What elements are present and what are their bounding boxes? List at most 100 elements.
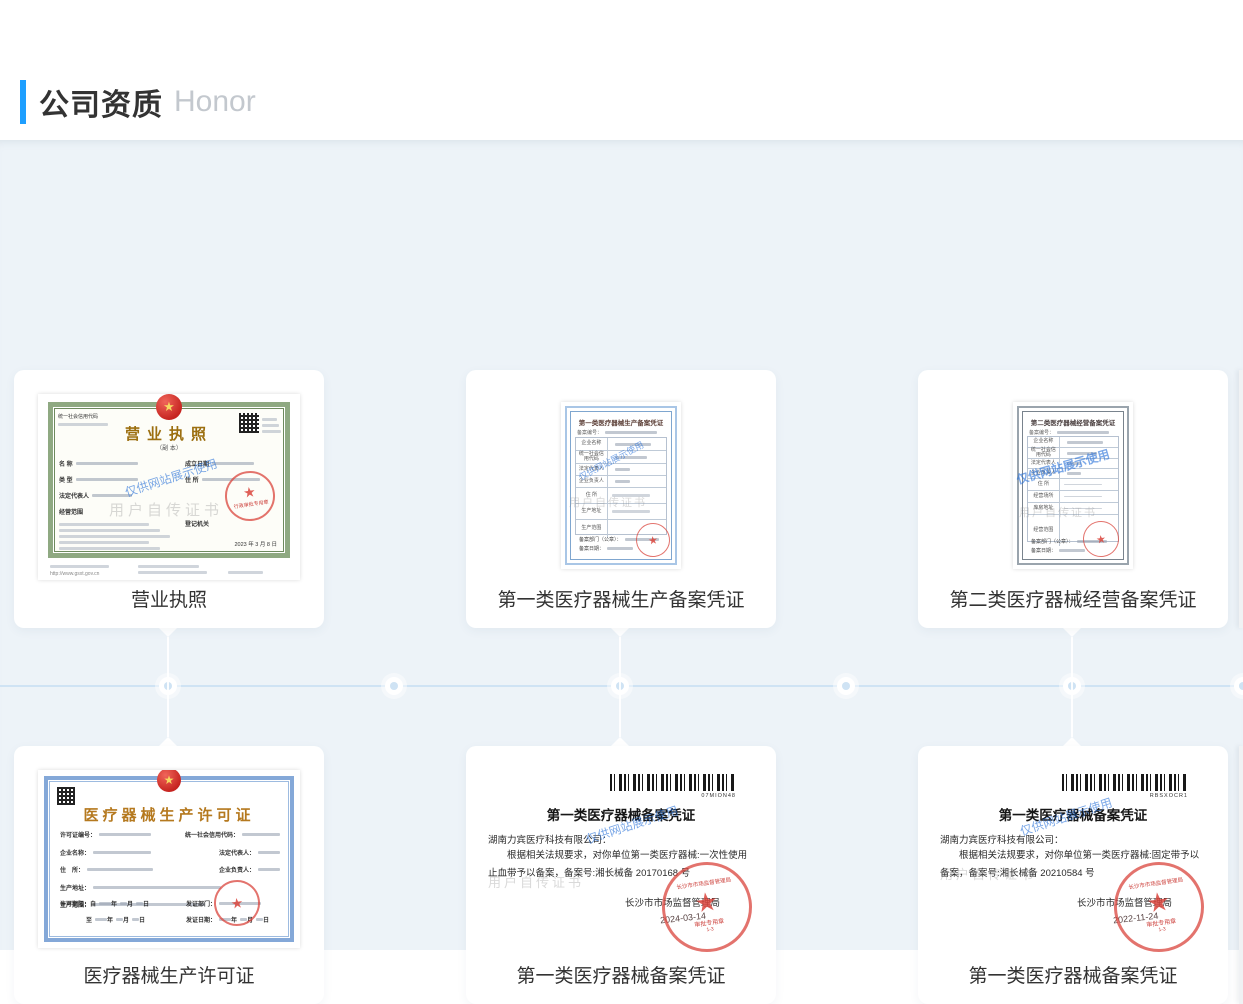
text-placeholder-bar bbox=[59, 523, 149, 526]
filing-date-label: 备案日期： bbox=[579, 546, 604, 552]
certificate-card-class1-filing-2022[interactable]: RBSXOCR1 第一类医疗器械备案凭证 湖南力宾医疗科技有限公司： 根据相关法… bbox=[918, 746, 1228, 1004]
text-placeholder-bar bbox=[615, 468, 630, 471]
field-label: 法定代表人 bbox=[59, 491, 89, 500]
registrar-label: 登记机关 bbox=[185, 519, 209, 528]
certificate-card-class2-operation-filing[interactable]: 第二类医疗器械经营备案凭证 备案编号： 企业名称 统一社会信用代码 法定代表人 … bbox=[918, 370, 1228, 628]
text-placeholder-bar bbox=[1067, 472, 1081, 475]
table-row-value bbox=[1060, 491, 1118, 502]
barcode bbox=[610, 774, 736, 791]
license-fields-left: 名 称 类 型 法定代表人 经营范围 bbox=[59, 459, 177, 553]
timeline-dot bbox=[837, 677, 855, 695]
certificate-caption: 营业执照 bbox=[14, 585, 324, 612]
certificate-card-class1-filing-2024[interactable]: 07MION48 第一类医疗器械备案凭证 湖南力宾医疗科技有限公司： 根据相关法… bbox=[466, 746, 776, 1004]
table-row-label: 住 所 bbox=[1028, 479, 1060, 490]
text-placeholder-bar bbox=[615, 443, 651, 446]
certificate-image-class2-operation-filing[interactable]: 第二类医疗器械经营备案凭证 备案编号： 企业名称 统一社会信用代码 法定代表人 … bbox=[1013, 402, 1133, 569]
certificate-title: 第一类医疗器械备案凭证 bbox=[466, 804, 776, 824]
table-row-value bbox=[1060, 479, 1118, 490]
unit-month: 月 bbox=[127, 899, 133, 908]
next-card-peek bbox=[1239, 746, 1243, 1004]
text-placeholder-bar bbox=[59, 541, 149, 544]
certificate-card-business-license[interactable]: 统一社会信用代码 营业执照 （副 本） 名 称 类 型 法定代表人 经营范围 成… bbox=[14, 370, 324, 628]
text-placeholder-bar bbox=[612, 494, 650, 497]
unit-day: 日 bbox=[139, 915, 145, 924]
license-frame: 医疗器械生产许可证 许可证编号： 统一社会信用代码： 企业名称： 法定代表人： … bbox=[44, 776, 294, 942]
field-label: 法定代表人： bbox=[219, 848, 255, 857]
field-label: 统一社会信用代码： bbox=[185, 830, 239, 839]
credit-code-label: 统一社会信用代码 bbox=[58, 413, 124, 420]
seal-index-text: 1-3 bbox=[706, 926, 714, 933]
text-placeholder-bar bbox=[138, 565, 199, 568]
field-label: 类 型 bbox=[59, 475, 73, 484]
card-pointer-up bbox=[1063, 737, 1081, 746]
certificate-frame: 第一类医疗器械生产备案凭证 备案编号： 企业名称 统一社会信用代码 法定代表人 … bbox=[565, 406, 677, 565]
certificate-title: 第一类医疗器械备案凭证 bbox=[918, 804, 1228, 824]
footer-right-text bbox=[228, 568, 274, 577]
certificate-image-business-license[interactable]: 统一社会信用代码 营业执照 （副 本） 名 称 类 型 法定代表人 经营范围 成… bbox=[38, 394, 300, 580]
license-footer-microtext: http://www.gsxt.gov.cn bbox=[50, 562, 288, 577]
certificate-image-production-license[interactable]: 医疗器械生产许可证 许可证编号： 统一社会信用代码： 企业名称： 法定代表人： … bbox=[38, 770, 300, 948]
text-placeholder-bar bbox=[256, 918, 263, 921]
text-placeholder-bar bbox=[99, 902, 111, 905]
license-title: 医疗器械生产许可证 bbox=[48, 804, 290, 825]
national-emblem-icon bbox=[157, 770, 181, 792]
unit-year: 年 bbox=[107, 915, 113, 924]
text-placeholder-bar bbox=[59, 535, 170, 538]
seal-star-icon bbox=[693, 886, 720, 920]
footer-left: http://www.gsxt.gov.cn bbox=[50, 562, 128, 577]
field-label: 住 所 bbox=[185, 475, 199, 484]
field-label: 企业负责人： bbox=[219, 865, 255, 874]
text-placeholder-bar bbox=[242, 833, 280, 836]
text-placeholder-bar bbox=[138, 571, 207, 574]
seal-star-icon bbox=[1095, 532, 1107, 546]
table-row-label: 生产地址 bbox=[576, 504, 608, 519]
table-row-label: 库房地址 bbox=[1028, 503, 1060, 514]
certificate-card-class1-production-filing[interactable]: 第一类医疗器械生产备案凭证 备案编号： 企业名称 统一社会信用代码 法定代表人 … bbox=[466, 370, 776, 628]
card-pointer-up bbox=[611, 737, 629, 746]
text-placeholder-bar bbox=[136, 902, 143, 905]
card-pointer-down bbox=[159, 628, 177, 637]
timeline-connector bbox=[619, 637, 621, 737]
national-emblem-icon bbox=[156, 394, 182, 420]
license-frame: 统一社会信用代码 营业执照 （副 本） 名 称 类 型 法定代表人 经营范围 成… bbox=[48, 402, 290, 558]
text-placeholder-bar bbox=[1067, 441, 1103, 444]
seal-star-icon bbox=[230, 894, 245, 913]
table-row-label: 法定代表人 bbox=[576, 464, 608, 475]
field-label: 住 所： bbox=[60, 865, 84, 874]
barcode-code: 07MION48 bbox=[701, 793, 736, 799]
text-placeholder-bar bbox=[212, 462, 254, 465]
certificate-card-production-license[interactable]: 医疗器械生产许可证 许可证编号： 统一社会信用代码： 企业名称： 法定代表人： … bbox=[14, 746, 324, 1004]
field-label: 生产地址： bbox=[60, 883, 90, 892]
text-placeholder-bar bbox=[615, 480, 630, 483]
text-placeholder-bar bbox=[1064, 484, 1102, 485]
text-placeholder-bar bbox=[228, 571, 263, 574]
page-title: 公司资质 bbox=[39, 80, 163, 124]
filing-date-label: 备案日期： bbox=[1031, 548, 1056, 554]
header-accent-bar bbox=[20, 80, 26, 124]
text-placeholder-bar bbox=[1064, 508, 1102, 509]
table-row-label: 经营场所 bbox=[1028, 491, 1060, 502]
table-row-label: 住 所 bbox=[576, 488, 608, 503]
field-label: 企业名称： bbox=[60, 848, 90, 857]
filing-dept-label: 备案部门（公章）： bbox=[579, 537, 622, 543]
seal-star-icon bbox=[647, 533, 659, 547]
filing-dept-label: 备案部门（公章）： bbox=[1031, 539, 1074, 545]
license-copy-label: （副 本） bbox=[53, 443, 285, 452]
filing-no-label: 备案编号： bbox=[577, 429, 602, 436]
text-placeholder-bar bbox=[93, 851, 151, 854]
company-name: 湖南力宾医疗科技有限公司： bbox=[940, 832, 1064, 846]
text-placeholder-bar bbox=[607, 547, 633, 550]
text-placeholder-bar bbox=[93, 886, 221, 889]
barcode bbox=[1062, 774, 1188, 791]
field-label: 经营范围 bbox=[59, 507, 83, 516]
text-placeholder-bar bbox=[1067, 462, 1081, 465]
issuer-label: 发证部门： bbox=[186, 899, 216, 908]
text-placeholder-bar bbox=[87, 868, 153, 871]
text-placeholder-bar bbox=[59, 529, 160, 532]
table-row-label: 企业名称 bbox=[1028, 437, 1060, 447]
certificate-image-class1-production-filing[interactable]: 第一类医疗器械生产备案凭证 备案编号： 企业名称 统一社会信用代码 法定代表人 … bbox=[561, 402, 681, 569]
text-placeholder-bar bbox=[59, 547, 160, 550]
text-placeholder-bar bbox=[1059, 549, 1085, 552]
text-placeholder-bar bbox=[99, 833, 151, 836]
table-row-value bbox=[608, 488, 666, 503]
